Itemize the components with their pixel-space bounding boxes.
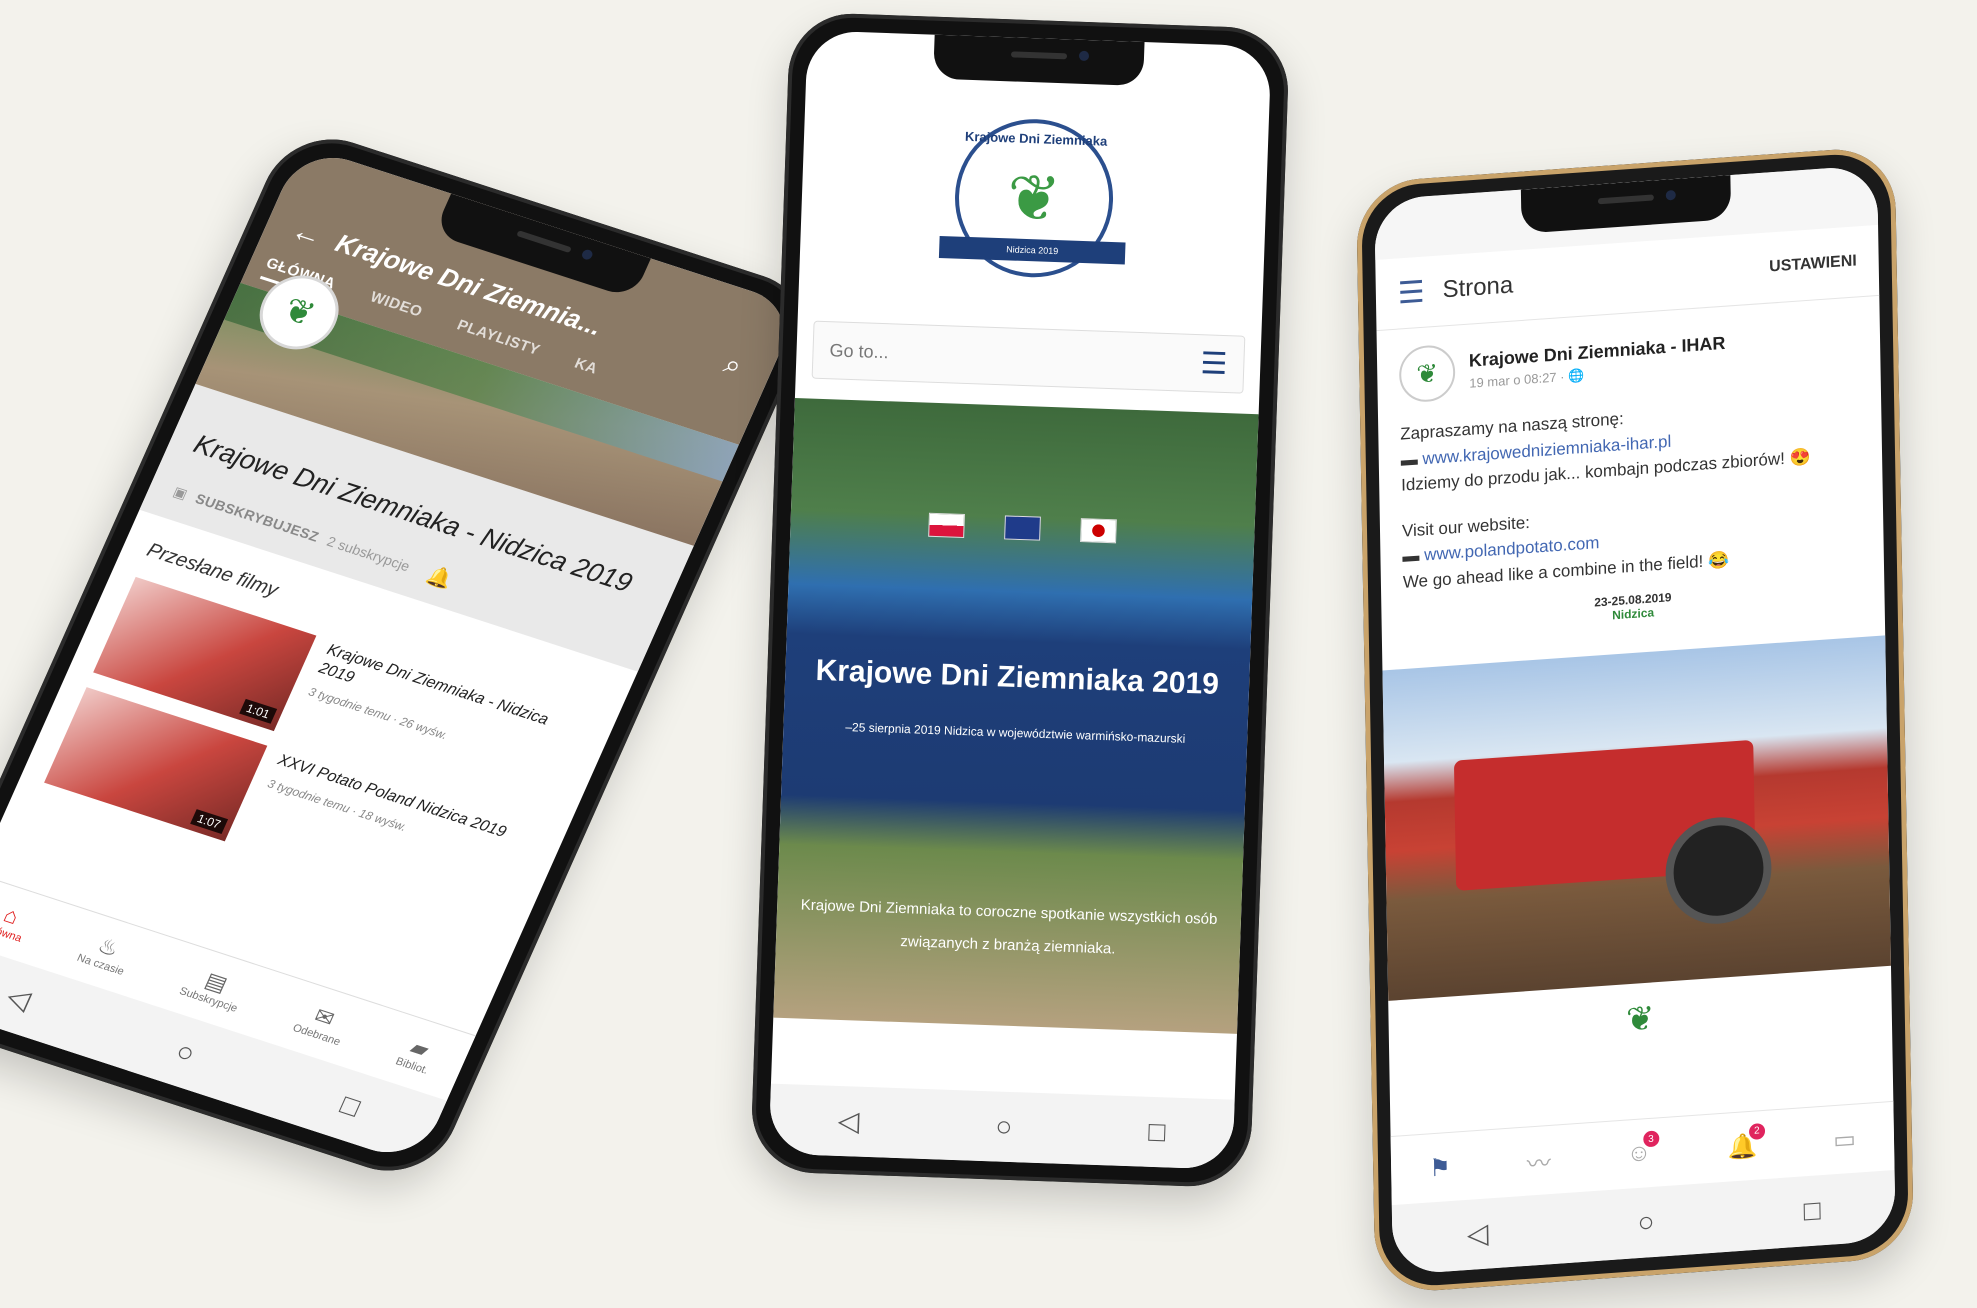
post-text: Zapraszamy na naszą stronę: ▬ www.krajow… [1400,390,1862,595]
hero-subtitle: –25 sierpnia 2019 Nidzica w województwie… [845,719,1186,746]
system-nav-bar: ◁ ○ □ [768,1083,1235,1170]
phone-website: Krajowe Dni Ziemniaka ❦ Nidzica 2019 Go … [749,11,1291,1189]
hero-text: Krajowe Dni Ziemniaka to coroczne spotka… [800,896,1218,958]
nav-library[interactable]: ▰ Bibliot. [394,1032,441,1077]
subscriber-count: 2 subskrypcje [324,533,413,575]
back-triangle-icon[interactable]: ◁ [837,1105,860,1137]
logo-text: Krajowe Dni Ziemniaka [964,128,1108,149]
site-logo[interactable]: Krajowe Dni Ziemniaka ❦ Nidzica 2019 [938,116,1126,280]
flag-pl-icon[interactable] [928,512,965,539]
tab-videos[interactable]: WIDEO [364,289,425,329]
page-avatar[interactable]: ❦ [1398,343,1456,404]
home-circle-icon[interactable]: ○ [171,1035,200,1069]
website-screen: Krajowe Dni Ziemniaka ❦ Nidzica 2019 Go … [768,30,1272,1170]
facebook-screen: ☰ Strona USTAWIENI ❦ Krajowe Dni Ziemnia… [1374,164,1896,1276]
nav-trending[interactable]: ♨ Na czasie [75,928,136,978]
flag-page-icon[interactable]: ⚑ [1429,1152,1451,1183]
phone-youtube: ← Krajowe Dni Ziemnia... ⌕ GŁÓWNA WIDEO … [0,122,825,1188]
messages-badge: 3 [1642,1130,1660,1148]
search-icon[interactable]: ⌕ [719,348,748,383]
flag-pl-icon: ▬ [1400,448,1423,470]
recents-square-icon[interactable]: □ [1148,1116,1166,1148]
notifications-badge: 2 [1748,1122,1765,1140]
menu-icon[interactable]: ☰ [1398,274,1425,311]
go-to-placeholder: Go to... [829,339,889,362]
back-triangle-icon[interactable]: ◁ [1467,1217,1489,1250]
flag-uk-icon[interactable] [1004,515,1041,541]
video-duration: 1:07 [189,808,229,834]
page-title: Strona [1442,271,1514,304]
messages-icon[interactable]: ☺ 3 [1627,1130,1660,1169]
home-circle-icon[interactable]: ○ [1637,1206,1654,1238]
back-triangle-icon[interactable]: ◁ [2,980,35,1015]
phone-facebook: ☰ Strona USTAWIENI ❦ Krajowe Dni Ziemnia… [1355,145,1915,1295]
tree-icon: ❦ [1005,160,1063,235]
hero-section: Krajowe Dni Ziemniaka 2019 –25 sierpnia … [773,398,1259,1034]
hamburger-menu-icon[interactable]: ☰ [1200,346,1228,382]
home-circle-icon[interactable]: ○ [995,1110,1013,1142]
post-photo-harvester[interactable] [1382,635,1891,1001]
recents-square-icon[interactable]: □ [336,1089,365,1123]
subscribe-icon: ▣ [170,482,191,502]
logo-ribbon: Nidzica 2019 [938,235,1126,265]
facebook-post: ❦ Krajowe Dni Ziemniaka - IHAR 19 mar o … [1377,296,1885,657]
video-duration: 1:01 [238,698,278,724]
tab-channels[interactable]: KA [568,355,601,386]
notch [933,34,1145,86]
notifications-bell-icon[interactable]: 🔔 2 [1727,1122,1765,1162]
back-arrow-icon[interactable]: ← [286,214,328,255]
bell-icon[interactable]: 🔔 [423,562,457,593]
flag-uk-icon: ▬ [1402,545,1425,566]
insights-icon[interactable]: 〰 [1526,1142,1551,1179]
settings-button[interactable]: USTAWIENI [1769,252,1857,276]
flag-jp-icon[interactable] [1080,518,1117,544]
post-author: ❦ Krajowe Dni Ziemniaka - IHAR 19 mar o … [1398,315,1859,404]
hero-title: Krajowe Dni Ziemniaka 2019 [815,653,1220,701]
nav-inbox[interactable]: ✉ Odebrane [291,998,353,1048]
language-flags [790,508,1255,548]
recents-square-icon[interactable]: □ [1803,1194,1820,1226]
more-icon[interactable]: ▭ [1833,1124,1856,1155]
nav-subscriptions[interactable]: ▤ Subskrypcje [177,961,250,1014]
youtube-screen: ← Krajowe Dni Ziemnia... ⌕ GŁÓWNA WIDEO … [0,145,801,1165]
nav-home[interactable]: ⌂ Główna [0,898,34,945]
